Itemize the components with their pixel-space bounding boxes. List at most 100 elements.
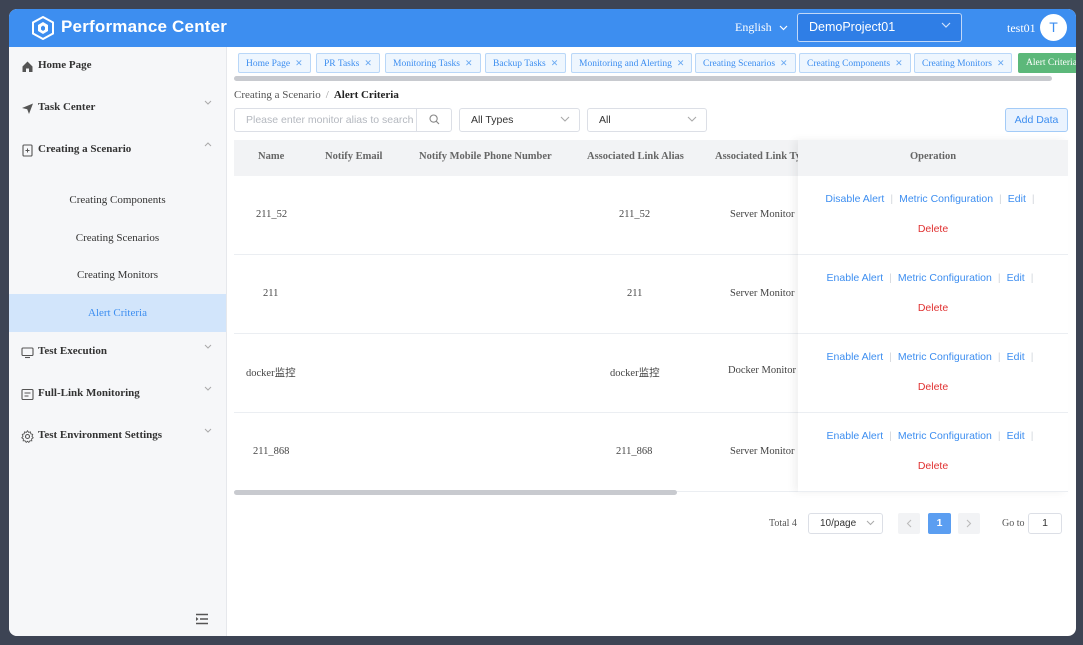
operation-links: Enable Alert | Metric Configuration | Edit | — [798, 272, 1068, 284]
cell-link-type: Docker Monitor — [728, 365, 796, 376]
sidebar-item-creating-scenario[interactable]: Creating a Scenario — [9, 131, 226, 171]
operation-row: Enable Alert | Metric Configuration | Edit | … — [798, 334, 1068, 413]
edit-button[interactable]: Edit — [1008, 193, 1026, 205]
column-header-link-alias[interactable]: Associated Link Alias — [587, 151, 684, 162]
tag-creating-scenarios[interactable]: Creating Scenarios ✕ — [695, 53, 796, 73]
sidebar-item-test-execution[interactable]: Test Execution — [9, 333, 226, 373]
chevron-down-icon — [866, 520, 875, 526]
cell-link-type: Server Monitor — [730, 288, 795, 299]
cell-name: 211_52 — [256, 209, 288, 220]
sidebar-item-home[interactable]: Home Page — [9, 47, 226, 87]
toggle-alert-button[interactable]: Disable Alert — [825, 193, 884, 205]
breadcrumb: Creating a Scenario / Alert Criteria — [234, 89, 399, 101]
sidebar: Home Page Task Center Creating a Scenari… — [9, 47, 227, 636]
tag-label: Creating Components — [807, 59, 891, 69]
page-size-select[interactable]: 10/page — [808, 513, 883, 534]
monitor-icon — [21, 347, 34, 359]
tag-label: Monitoring Tasks — [393, 59, 460, 69]
chevron-down-icon — [204, 100, 212, 105]
sidebar-item-test-environment-settings[interactable]: Test Environment Settings — [9, 417, 226, 457]
tag-creating-monitors[interactable]: Creating Monitors ✕ — [914, 53, 1013, 73]
tag-alert-criteria[interactable]: Alert Criteria — [1018, 53, 1076, 73]
column-header-name[interactable]: Name — [258, 151, 284, 162]
cell-link-alias: 211_52 — [619, 209, 651, 220]
status-select[interactable]: All — [587, 108, 707, 132]
sidebar-item-task-center[interactable]: Task Center — [9, 89, 226, 129]
tag-monitoring-tasks[interactable]: Monitoring Tasks ✕ — [385, 53, 481, 73]
tags-scrollbar[interactable] — [234, 76, 1052, 81]
goto-page-input[interactable]: 1 — [1028, 513, 1062, 534]
search-box — [234, 108, 452, 132]
close-icon[interactable]: ✕ — [997, 58, 1005, 68]
sidebar-subitem-creating-scenarios[interactable]: Creating Scenarios — [9, 219, 226, 257]
edit-button[interactable]: Edit — [1007, 351, 1025, 363]
cell-name: docker监控 — [246, 368, 296, 379]
metric-configuration-button[interactable]: Metric Configuration — [898, 272, 992, 284]
sidebar-subitem-creating-components[interactable]: Creating Components — [9, 181, 226, 219]
edit-button[interactable]: Edit — [1007, 272, 1025, 284]
sidebar-item-full-link-monitoring[interactable]: Full-Link Monitoring — [9, 375, 226, 415]
breadcrumb-separator: / — [325, 89, 329, 101]
cell-link-alias: 211 — [627, 288, 643, 299]
cell-link-type: Server Monitor — [730, 446, 795, 457]
tag-label: PR Tasks — [324, 59, 360, 69]
delete-button[interactable]: Delete — [798, 460, 1068, 472]
operation-row: Enable Alert | Metric Configuration | Edit | … — [798, 255, 1068, 334]
search-button[interactable] — [416, 109, 451, 131]
next-page-button[interactable] — [958, 513, 980, 534]
page-size-value: 10/page — [820, 518, 857, 529]
status-select-value: All — [599, 114, 611, 126]
add-data-button[interactable]: Add Data — [1005, 108, 1068, 132]
close-icon[interactable]: ✕ — [780, 58, 788, 68]
delete-button[interactable]: Delete — [798, 223, 1068, 235]
close-icon[interactable]: ✕ — [677, 58, 685, 68]
metric-configuration-button[interactable]: Metric Configuration — [899, 193, 993, 205]
language-switch[interactable]: English — [735, 20, 788, 35]
tag-label: Home Page — [246, 59, 291, 69]
metric-configuration-button[interactable]: Metric Configuration — [898, 430, 992, 442]
column-header-notify-email[interactable]: Notify Email — [325, 151, 382, 162]
close-icon[interactable]: ✕ — [295, 58, 303, 68]
edit-button[interactable]: Edit — [1007, 430, 1025, 442]
avatar[interactable]: T — [1040, 14, 1067, 41]
prev-page-button[interactable] — [898, 513, 920, 534]
breadcrumb-current: Alert Criteria — [333, 89, 399, 101]
page-number-current[interactable]: 1 — [928, 513, 951, 534]
close-icon[interactable]: ✕ — [364, 58, 372, 68]
chevron-up-icon — [204, 142, 212, 147]
sidebar-subitem-alert-criteria[interactable]: Alert Criteria — [9, 294, 226, 332]
tag-monitoring-and-alerting[interactable]: Monitoring and Alerting ✕ — [571, 53, 693, 73]
tag-creating-components[interactable]: Creating Components ✕ — [799, 53, 911, 73]
gear-icon — [21, 430, 34, 443]
toggle-alert-button[interactable]: Enable Alert — [827, 272, 884, 284]
collapse-menu-icon[interactable] — [195, 613, 209, 625]
column-header-link-type[interactable]: Associated Link Ty — [715, 151, 801, 162]
toggle-alert-button[interactable]: Enable Alert — [827, 430, 884, 442]
divider: | — [889, 430, 892, 442]
metric-configuration-button[interactable]: Metric Configuration — [898, 351, 992, 363]
breadcrumb-parent[interactable]: Creating a Scenario — [234, 89, 321, 101]
tag-backup-tasks[interactable]: Backup Tasks ✕ — [485, 53, 567, 73]
delete-button[interactable]: Delete — [798, 302, 1068, 314]
tag-pr-tasks[interactable]: PR Tasks ✕ — [316, 53, 380, 73]
toggle-alert-button[interactable]: Enable Alert — [827, 351, 884, 363]
operation-links: Enable Alert | Metric Configuration | Edit | — [798, 351, 1068, 363]
close-icon[interactable]: ✕ — [465, 58, 473, 68]
type-select[interactable]: All Types — [459, 108, 580, 132]
operation-links: Enable Alert | Metric Configuration | Edit | — [798, 430, 1068, 442]
divider: | — [1030, 351, 1034, 363]
table-horizontal-scrollbar[interactable] — [234, 490, 677, 495]
delete-button[interactable]: Delete — [798, 381, 1068, 393]
username[interactable]: test01 — [1007, 21, 1036, 36]
chevron-down-icon — [941, 22, 951, 28]
column-header-notify-phone[interactable]: Notify Mobile Phone Number — [419, 151, 552, 162]
close-icon[interactable]: ✕ — [895, 58, 903, 68]
sidebar-subitem-creating-monitors[interactable]: Creating Monitors — [9, 256, 226, 294]
tag-home-page[interactable]: Home Page ✕ — [238, 53, 311, 73]
tag-label: Backup Tasks — [493, 59, 546, 69]
close-icon[interactable]: ✕ — [551, 58, 559, 68]
tag-label: Alert Criteria — [1026, 58, 1076, 68]
chevron-down-icon — [687, 116, 697, 122]
project-select[interactable]: DemoProject01 — [797, 13, 962, 42]
search-input[interactable] — [235, 109, 417, 131]
